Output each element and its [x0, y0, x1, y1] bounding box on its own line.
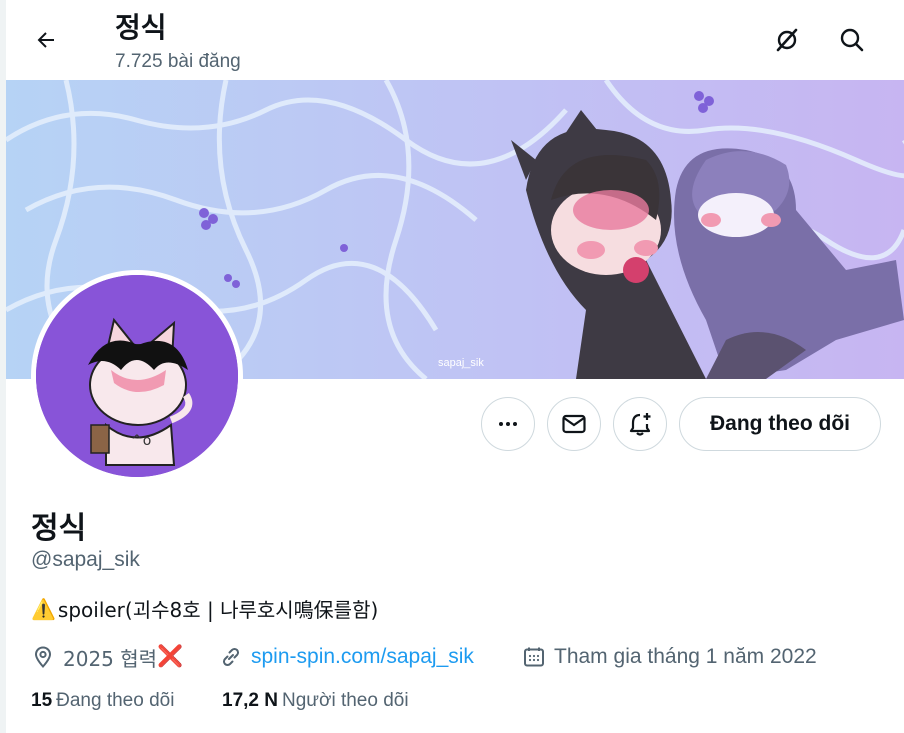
- website-link[interactable]: spin-spin.com/sapaj_sik: [251, 645, 474, 669]
- bell-add-icon: [629, 413, 651, 436]
- followers-label: Người theo dõi: [281, 690, 409, 711]
- search-button[interactable]: [834, 22, 870, 58]
- cross-mark-icon: ❌: [157, 645, 184, 668]
- message-button[interactable]: [547, 397, 601, 451]
- avatar-image: ^o: [36, 275, 238, 477]
- header-title: 정식: [115, 11, 167, 44]
- profile-handle: @sapaj_sik: [31, 548, 140, 571]
- joined-item: Tham gia tháng 1 năm 2022: [522, 642, 817, 672]
- following-button[interactable]: Đang theo dõi: [679, 397, 881, 451]
- calendar-icon: [524, 647, 544, 667]
- location-pin-icon: [34, 646, 52, 668]
- following-count: 15: [31, 690, 53, 711]
- mail-icon: [562, 414, 586, 434]
- notify-button[interactable]: [613, 397, 667, 451]
- search-icon: [840, 28, 864, 52]
- link-icon: [222, 647, 240, 667]
- profile-header: 정식 7.725 bài đăng: [6, 0, 904, 80]
- grok-button[interactable]: [769, 22, 805, 58]
- back-button[interactable]: [28, 22, 64, 58]
- arrow-left-icon: [37, 32, 54, 48]
- banner-watermark: sapaj_sik: [438, 357, 484, 369]
- location-item: 2025 협력 ❌: [31, 642, 183, 672]
- following-label: Đang theo dõi: [56, 690, 175, 711]
- location-text: 2025 협력: [63, 646, 158, 671]
- following-stat[interactable]: 15 Đang theo dõi: [31, 690, 174, 712]
- more-icon: [499, 422, 517, 426]
- website-item: spin-spin.com/sapaj_sik: [219, 642, 474, 672]
- followers-stat[interactable]: 17,2 N Người theo dõi: [222, 690, 409, 712]
- grok-icon: [776, 28, 798, 52]
- svg-text:^o: ^o: [131, 433, 151, 449]
- bio-text: spoiler(괴수8호 | 나루호시鳴保를함): [57, 598, 379, 622]
- warning-emoji-icon: ⚠️: [31, 596, 56, 621]
- avatar[interactable]: ^o: [31, 270, 243, 482]
- display-name: 정식: [31, 511, 87, 546]
- joined-text: Tham gia tháng 1 năm 2022: [554, 645, 817, 668]
- post-count: 7.725 bài đăng: [115, 51, 241, 72]
- followers-count: 17,2 N: [222, 690, 278, 711]
- profile-bio: ⚠️ spoiler(괴수8호 | 나루호시鳴保를함): [31, 594, 378, 623]
- more-button[interactable]: [481, 397, 535, 451]
